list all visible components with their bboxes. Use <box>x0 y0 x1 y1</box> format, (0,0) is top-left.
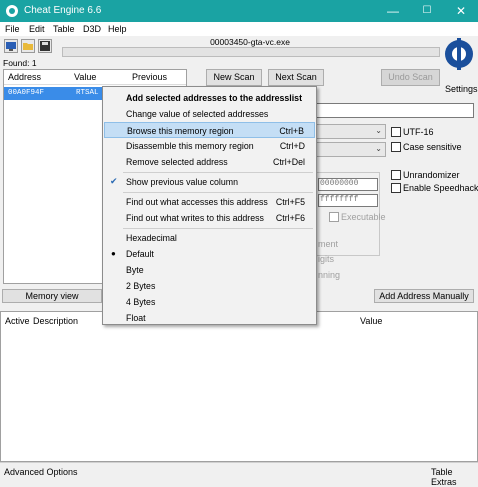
header-previous[interactable]: Previous <box>132 72 167 82</box>
menu-item-default[interactable]: ● Default <box>104 246 315 262</box>
cheat-engine-icon <box>6 5 18 17</box>
computer-icon[interactable] <box>4 39 18 53</box>
header-description[interactable]: Description <box>33 316 78 326</box>
scan-progress-bar <box>62 47 440 57</box>
memory-view-button[interactable]: Memory view <box>2 289 102 303</box>
address-list-header: Address Value Previous <box>4 70 186 85</box>
next-scan-button[interactable]: Next Scan <box>268 69 324 86</box>
cheat-engine-logo-icon[interactable] <box>443 36 476 82</box>
add-address-manually-button[interactable]: Add Address Manually <box>374 289 474 303</box>
case-sensitive-checkbox[interactable] <box>391 142 401 152</box>
folder-icon[interactable] <box>21 39 35 53</box>
menu-edit[interactable]: Edit <box>29 24 45 34</box>
menu-table[interactable]: Table <box>53 24 75 34</box>
address-cell: 00A0F94F <box>8 89 45 97</box>
disk-icon[interactable] <box>38 39 52 53</box>
advanced-options-link[interactable]: Advanced Options <box>4 467 78 477</box>
executable-label: Executable <box>341 212 386 222</box>
title-bar: Cheat Engine 6.6 — ☐ ✕ <box>0 0 478 22</box>
menu-item-find-accesses[interactable]: Find out what accesses this address Ctrl+… <box>104 194 315 210</box>
menu-d3d[interactable]: D3D <box>83 24 101 34</box>
unrandomizer-checkbox[interactable] <box>391 170 401 180</box>
header-active[interactable]: Active <box>5 316 30 326</box>
menu-item-show-previous-value[interactable]: ✔ Show previous value column <box>104 174 315 190</box>
menu-item-change-value[interactable]: Change value of selected addresses <box>104 106 315 122</box>
settings-link[interactable]: Settings <box>445 84 478 94</box>
menu-item-byte[interactable]: Byte <box>104 262 315 278</box>
minimize-button[interactable]: — <box>376 0 410 22</box>
utf16-checkbox[interactable] <box>391 127 401 137</box>
window-title: Cheat Engine 6.6 <box>24 5 102 16</box>
fast-scan-alignment-label: ment <box>318 239 339 249</box>
menu-item-hexadecimal[interactable]: Hexadecimal <box>104 230 315 246</box>
executable-checkbox[interactable] <box>329 212 339 222</box>
menu-help[interactable]: Help <box>108 24 127 34</box>
menu-item-browse-memory[interactable]: Browse this memory region Ctrl+B <box>104 122 315 138</box>
stop-address-input[interactable]: ffffffff <box>318 194 378 207</box>
radio-dot-icon: ● <box>111 249 116 258</box>
menu-item-remove-address[interactable]: Remove selected address Ctrl+Del <box>104 154 315 170</box>
menu-item-2-bytes[interactable]: 2 Bytes <box>104 278 315 294</box>
unrandomizer-label: Unrandomizer <box>403 170 460 180</box>
menu-separator <box>123 228 313 229</box>
table-extras-link[interactable]: Table Extras <box>431 467 478 487</box>
menu-item-float[interactable]: Float <box>104 310 315 326</box>
new-scan-button[interactable]: New Scan <box>206 69 262 86</box>
process-name: 00003450-gta-vc.exe <box>210 37 290 47</box>
menu-item-find-writes[interactable]: Find out what writes to this address Ctrl… <box>104 210 315 226</box>
header-address[interactable]: Address <box>8 72 41 82</box>
case-sensitive-label: Case sensitive <box>403 142 462 152</box>
maximize-button[interactable]: ☐ <box>410 0 444 22</box>
header-value-column[interactable]: Value <box>360 316 382 326</box>
found-count: Found: 1 <box>3 58 37 68</box>
close-button[interactable]: ✕ <box>444 0 478 22</box>
cheat-table[interactable]: Active Description Value <box>0 311 478 462</box>
menu-bar: File Edit Table D3D Help <box>0 22 478 36</box>
start-address-input[interactable]: 00000000 <box>318 178 378 191</box>
menu-item-disassemble[interactable]: Disassemble this memory region Ctrl+D <box>104 138 315 154</box>
enable-speedhack-checkbox[interactable] <box>391 183 401 193</box>
utf16-label: UTF-16 <box>403 127 434 137</box>
pause-while-scanning-label: nning <box>318 270 341 280</box>
last-digits-label: igits <box>318 254 335 264</box>
status-bar: Advanced Options Table Extras <box>0 462 478 487</box>
context-menu: Add selected addresses to the addresslis… <box>102 86 317 325</box>
value-cell: RTSAL <box>76 89 99 97</box>
value-input[interactable] <box>300 103 474 118</box>
menu-separator <box>123 172 313 173</box>
enable-speedhack-label: Enable Speedhack <box>403 183 478 193</box>
menu-item-4-bytes[interactable]: 4 Bytes <box>104 294 315 310</box>
menu-item-add-to-addresslist[interactable]: Add selected addresses to the addresslis… <box>104 90 315 106</box>
checkmark-icon: ✔ <box>110 176 118 186</box>
menu-separator <box>123 192 313 193</box>
menu-file[interactable]: File <box>5 24 20 34</box>
header-value[interactable]: Value <box>74 72 96 82</box>
undo-scan-button[interactable]: Undo Scan <box>381 69 440 86</box>
